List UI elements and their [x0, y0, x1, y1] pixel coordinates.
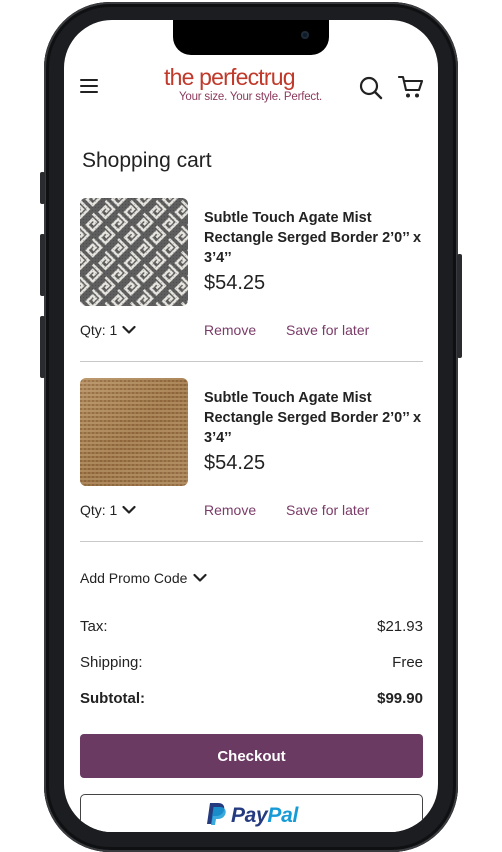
remove-button[interactable]: Remove	[204, 322, 256, 338]
paypal-wordmark: PayPal	[230, 804, 299, 827]
page-title: Shopping cart	[82, 149, 212, 172]
volume-down-button	[40, 316, 45, 378]
chevron-down-icon	[122, 502, 136, 518]
divider	[80, 361, 423, 362]
product-thumbnail[interactable]	[80, 198, 188, 306]
logo-tagline: Your size. Your style. Perfect.	[179, 91, 322, 103]
camera-icon	[301, 31, 309, 39]
promo-code-label: Add Promo Code	[80, 570, 188, 586]
shipping-label: Shipping:	[80, 654, 143, 671]
volume-up-button	[40, 234, 45, 296]
quantity-label: Qty: 1	[80, 502, 118, 518]
quantity-select[interactable]: Qty: 1	[80, 322, 136, 338]
chevron-down-icon	[122, 322, 136, 338]
product-price: $54.25	[204, 272, 266, 294]
site-logo[interactable]: the perfectrug Your size. Your style. Pe…	[164, 64, 334, 112]
remove-button[interactable]: Remove	[204, 502, 256, 518]
quantity-select[interactable]: Qty: 1	[80, 502, 136, 518]
product-name[interactable]: Subtle Touch Agate Mist Rectangle Serged…	[204, 208, 426, 268]
product-price: $54.25	[204, 452, 266, 474]
paypal-button[interactable]: PayPal	[80, 794, 423, 832]
save-for-later-button[interactable]: Save for later	[286, 502, 369, 518]
hamburger-icon[interactable]	[80, 78, 100, 94]
notch	[173, 20, 329, 55]
subtotal-label: Subtotal:	[80, 690, 145, 707]
tax-value: $21.93	[377, 618, 423, 635]
subtotal-value: $99.90	[377, 690, 423, 707]
save-for-later-button[interactable]: Save for later	[286, 322, 369, 338]
chevron-down-icon	[193, 570, 208, 586]
shipping-value: Free	[392, 654, 423, 671]
divider	[80, 541, 423, 542]
quantity-label: Qty: 1	[80, 322, 118, 338]
cart-item: Subtle Touch Agate Mist Rectangle Serged…	[80, 378, 423, 542]
promo-code-toggle[interactable]: Add Promo Code	[80, 570, 208, 586]
logo-wordmark: the perfectrug	[164, 64, 296, 90]
product-name[interactable]: Subtle Touch Agate Mist Rectangle Serged…	[204, 388, 426, 448]
paypal-icon	[205, 802, 227, 831]
checkout-button[interactable]: Checkout	[80, 734, 423, 778]
tax-label: Tax:	[80, 618, 108, 635]
power-button	[457, 254, 462, 358]
phone-screen: the perfectrug Your size. Your style. Pe…	[64, 20, 438, 832]
product-thumbnail[interactable]	[80, 378, 188, 486]
cart-item: Subtle Touch Agate Mist Rectangle Serged…	[80, 198, 423, 362]
cart-icon[interactable]	[397, 74, 424, 100]
mute-switch	[40, 172, 45, 204]
search-icon[interactable]	[359, 76, 383, 100]
